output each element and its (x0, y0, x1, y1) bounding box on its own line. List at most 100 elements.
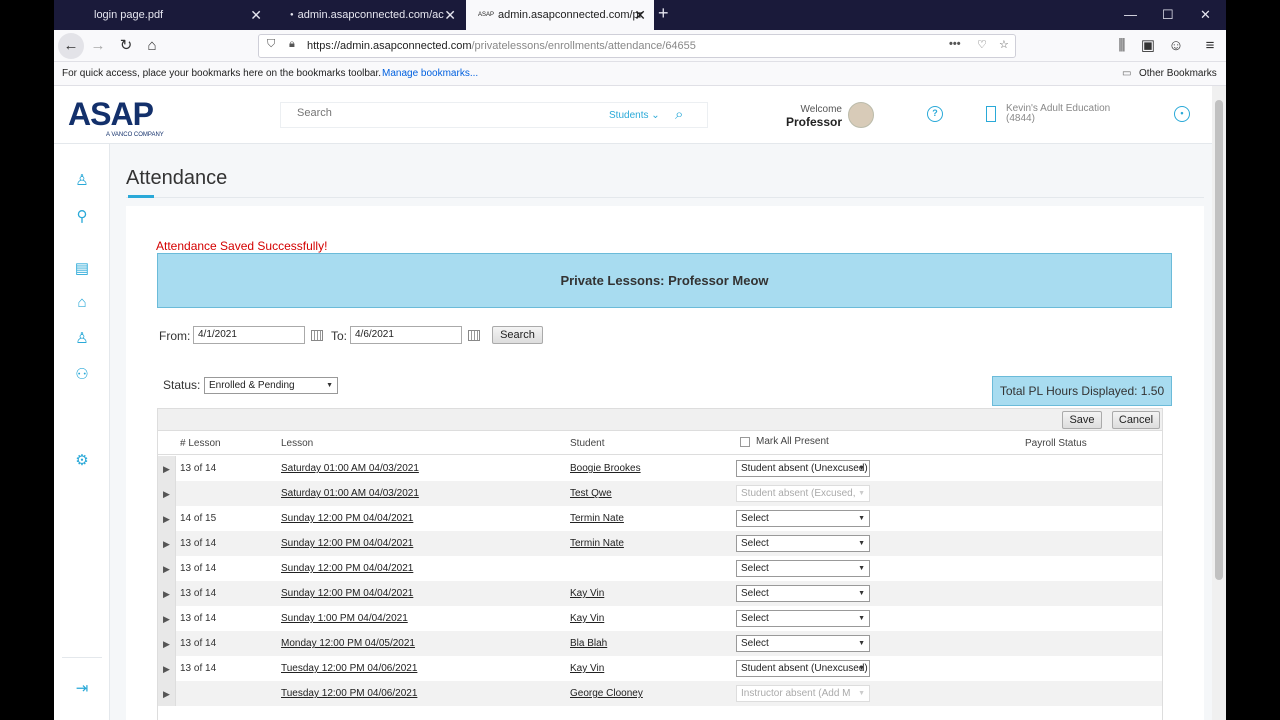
close-window-icon[interactable]: ✕ (1200, 0, 1211, 30)
bookmark-star-icon[interactable]: ☆ (999, 38, 1009, 51)
new-tab-icon[interactable]: + (658, 3, 669, 24)
org-switcher[interactable]: Kevin's Adult Education (4844) (1006, 104, 1110, 124)
lesson-link[interactable]: Sunday 1:00 PM 04/04/2021 (281, 613, 408, 624)
sidebar: ♙ ⚲ ▤ ⌂ ♙ ⚇ ⚙ ⇥ (54, 144, 110, 720)
expand-row-icon[interactable]: ▶ (158, 656, 176, 681)
minimize-icon[interactable]: — (1124, 0, 1137, 30)
col-payroll-status[interactable]: Payroll Status (1025, 438, 1087, 449)
student-link[interactable]: Test Qwe (570, 488, 612, 499)
to-date-input[interactable]: 4/6/2021 (350, 326, 462, 344)
lesson-number: 13 of 14 (180, 663, 217, 674)
lesson-link[interactable]: Sunday 12:00 PM 04/04/2021 (281, 513, 413, 524)
search-button[interactable]: Search (492, 326, 543, 344)
search-category-dropdown[interactable]: Students ⌄ (609, 110, 660, 121)
maximize-icon[interactable]: ☐ (1162, 0, 1174, 30)
lesson-link[interactable]: Sunday 12:00 PM 04/04/2021 (281, 538, 413, 549)
close-icon[interactable]: ✕ (444, 0, 456, 30)
expand-row-icon[interactable]: ▶ (158, 506, 176, 531)
expand-row-icon[interactable]: ▶ (158, 556, 176, 581)
close-icon[interactable]: ✕ (634, 0, 646, 30)
lesson-link[interactable]: Sunday 12:00 PM 04/04/2021 (281, 563, 413, 574)
student-link[interactable]: Boogie Brookes (570, 463, 641, 474)
other-bookmarks[interactable]: Other Bookmarks (1139, 62, 1217, 86)
lesson-link[interactable]: Tuesday 12:00 PM 04/06/2021 (281, 663, 417, 674)
menu-icon[interactable]: ≡ (1200, 36, 1220, 56)
lesson-link[interactable]: Saturday 01:00 AM 04/03/2021 (281, 488, 419, 499)
reload-icon[interactable]: ↻ (116, 36, 136, 56)
student-link[interactable]: Termin Nate (570, 538, 624, 549)
tab-admin-pr[interactable]: ASAP admin.asapconnected.com/pr ✕ (466, 0, 654, 30)
tab-admin-ac[interactable]: ● admin.asapconnected.com/ac ✕ (278, 0, 464, 30)
mark-all-present-checkbox[interactable] (740, 437, 750, 447)
expand-row-icon[interactable]: ▶ (158, 481, 176, 506)
back-icon[interactable]: ← (58, 33, 84, 59)
cancel-button[interactable]: Cancel (1112, 411, 1160, 429)
col-student[interactable]: Student (570, 438, 604, 449)
manage-bookmarks-link[interactable]: Manage bookmarks... (382, 62, 478, 86)
student-link[interactable]: Kay Vin (570, 663, 604, 674)
calendar-icon[interactable] (468, 330, 480, 341)
col-lesson-number[interactable]: # Lesson (180, 438, 221, 449)
url-bar[interactable]: ⛉ 🔒︎ https://admin.asapconnected.com/pri… (258, 34, 1016, 58)
student-link[interactable]: Bla Blah (570, 638, 607, 649)
student-link[interactable]: George Clooney (570, 688, 643, 699)
lesson-link[interactable]: Monday 12:00 PM 04/05/2021 (281, 638, 415, 649)
attendance-select[interactable]: Select ▼ (736, 535, 870, 552)
expand-row-icon[interactable]: ▶ (158, 531, 176, 556)
attendance-select[interactable]: Select ▼ (736, 635, 870, 652)
graduation-cap-icon[interactable]: ⌂ (73, 294, 91, 312)
asap-logo[interactable]: ASAP A VANCO COMPANY (68, 96, 164, 138)
person-icon[interactable]: ♙ (73, 330, 91, 348)
forward-icon[interactable]: → (88, 36, 108, 56)
url-text[interactable]: https://admin.asapconnected.com/privatel… (307, 35, 696, 57)
status-select[interactable]: Enrolled & Pending ▼ (204, 377, 338, 394)
lesson-link[interactable]: Sunday 12:00 PM 04/04/2021 (281, 588, 413, 599)
book-icon[interactable]: ▤ (73, 260, 91, 278)
student-link[interactable]: Kay Vin (570, 613, 604, 624)
more-icon[interactable]: ••• (949, 38, 961, 50)
shield-icon[interactable]: ⛉ (267, 38, 275, 51)
user-name[interactable]: Professor (762, 115, 842, 129)
expand-row-icon[interactable]: ▶ (158, 606, 176, 631)
expand-sidebar-icon[interactable]: ⇥ (73, 680, 91, 698)
col-lesson[interactable]: Lesson (281, 438, 313, 449)
student-link[interactable]: Termin Nate (570, 513, 624, 524)
close-icon[interactable]: ✕ (250, 0, 262, 30)
expand-row-icon[interactable]: ▶ (158, 581, 176, 606)
expand-row-icon[interactable]: ▶ (158, 631, 176, 656)
tab-login-pdf[interactable]: login page.pdf ✕ (82, 0, 270, 30)
settings-icon[interactable]: ⚙ (73, 452, 91, 470)
scrollbar[interactable] (1212, 86, 1226, 720)
page: ASAP A VANCO COMPANY Students ⌄ ⌕ Welcom… (54, 86, 1212, 720)
lesson-link[interactable]: Tuesday 12:00 PM 04/06/2021 (281, 688, 417, 699)
calendar-icon[interactable] (311, 330, 323, 341)
search-icon[interactable]: ⌕ (675, 106, 683, 123)
attendance-select[interactable]: Student absent (Unexcused) ▼ (736, 460, 870, 477)
instructor-icon[interactable]: ♙ (73, 172, 91, 190)
account-icon[interactable]: ☺ (1166, 36, 1186, 56)
sidebar-toggle-icon[interactable]: ▣ (1138, 36, 1158, 56)
help-icon[interactable]: ? (927, 106, 943, 122)
attendance-select[interactable]: Select ▼ (736, 510, 870, 527)
search-input[interactable] (297, 107, 577, 119)
scrollbar-thumb[interactable] (1215, 100, 1223, 580)
attendance-select[interactable]: Student absent (Unexcused) ▼ (736, 660, 870, 677)
library-icon[interactable]: ⫼ (1112, 36, 1132, 56)
expand-row-icon[interactable]: ▶ (158, 456, 176, 481)
pocket-icon[interactable]: ♡ (977, 38, 987, 51)
attendance-select[interactable]: Select ▼ (736, 560, 870, 577)
group-icon[interactable]: ⚇ (73, 366, 91, 384)
attendance-select[interactable]: Select ▼ (736, 610, 870, 627)
attendance-select[interactable]: Select ▼ (736, 585, 870, 602)
user-icon[interactable]: ⚲ (73, 208, 91, 226)
save-button[interactable]: Save (1062, 411, 1102, 429)
lesson-link[interactable]: Saturday 01:00 AM 04/03/2021 (281, 463, 419, 474)
table-row: ▶ 13 of 14 Monday 12:00 PM 04/05/2021 Bla B… (158, 631, 1162, 656)
home-icon[interactable]: ⌂ (142, 36, 162, 56)
student-link[interactable]: Kay Vin (570, 588, 604, 599)
lock-icon[interactable]: 🔒︎ (289, 38, 295, 51)
avatar[interactable] (848, 102, 874, 128)
from-date-input[interactable]: 4/1/2021 (193, 326, 305, 344)
expand-row-icon[interactable]: ▶ (158, 681, 176, 706)
notification-icon[interactable]: • (1174, 106, 1190, 122)
